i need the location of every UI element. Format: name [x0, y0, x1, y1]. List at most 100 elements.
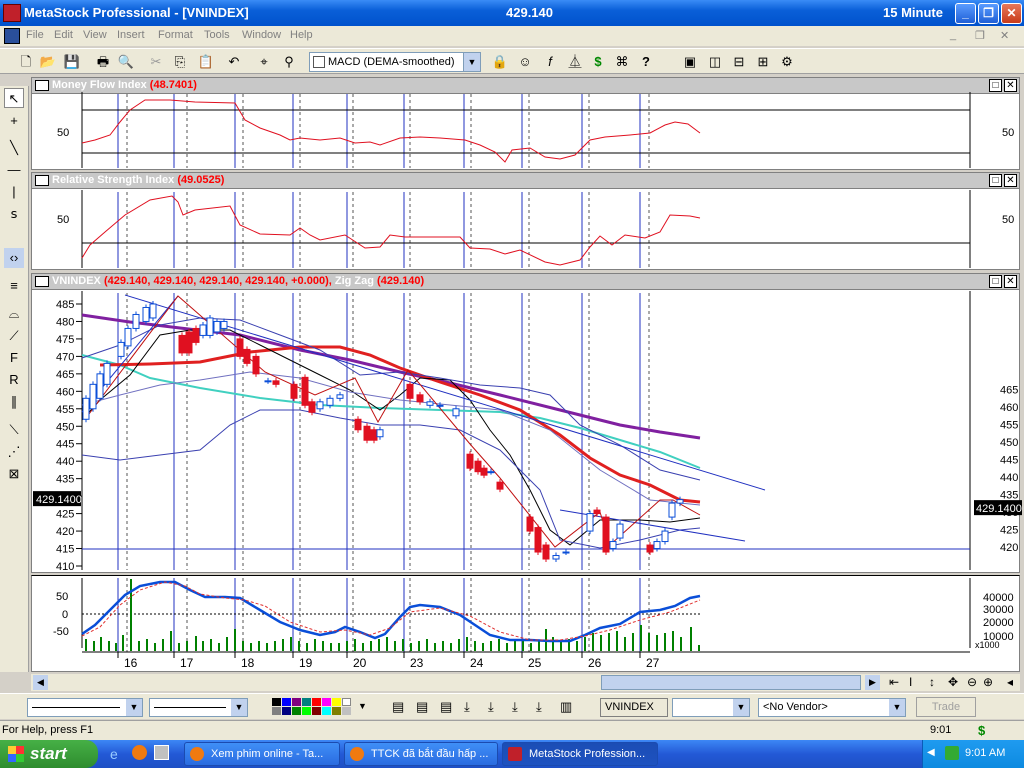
expand-icon[interactable]: ↕ — [929, 675, 935, 689]
tile-h-icon[interactable]: ⊟ — [729, 52, 749, 72]
print-icon[interactable]: 🖶 — [93, 52, 113, 72]
mdi-minimize-icon[interactable]: _ — [950, 29, 956, 41]
text-tool-icon[interactable]: ꜱ — [4, 204, 24, 224]
vertical-line-icon[interactable]: | — [4, 182, 24, 202]
style-btn-6-icon[interactable]: ⤓ — [512, 699, 518, 715]
ie-quicklaunch-icon[interactable]: e — [110, 746, 118, 762]
style-btn-8-icon[interactable]: ▥ — [560, 699, 572, 715]
price-pane[interactable]: VNINDEX (429.140, 429.140, 429.140, 429.… — [31, 273, 1020, 573]
pane-maximize-icon[interactable]: □ — [989, 174, 1002, 187]
metastock-app-icon[interactable] — [3, 4, 21, 22]
mdi-close-icon[interactable]: ✕ — [1000, 29, 1009, 42]
swatch[interactable] — [282, 707, 291, 715]
copy-icon[interactable]: ⎘ — [170, 52, 190, 72]
swatch[interactable] — [332, 698, 341, 706]
pane-maximize-icon[interactable]: □ — [989, 79, 1002, 92]
retracement-icon[interactable]: R — [4, 370, 24, 390]
restore-button[interactable]: ❐ — [978, 3, 999, 24]
swatch[interactable] — [302, 698, 311, 706]
menu-view[interactable]: View — [83, 29, 107, 41]
print-preview-icon[interactable]: 🔍 — [116, 52, 136, 72]
menu-insert[interactable]: Insert — [117, 29, 145, 41]
tile-icon[interactable]: ▣ — [680, 52, 700, 72]
menu-file[interactable]: File — [26, 29, 44, 41]
zoom-icon[interactable]: ⚲ — [279, 52, 299, 72]
task-firefox-2[interactable]: TTCK đã bắt đầu hấp ... — [344, 742, 498, 766]
save-icon[interactable]: 💾 — [62, 52, 82, 72]
mdi-restore-icon[interactable]: ❐ — [975, 29, 985, 42]
symbol-field[interactable]: VNINDEX — [600, 698, 668, 717]
system-tester-icon[interactable]: ⏅ — [565, 52, 585, 72]
swatch[interactable] — [342, 707, 351, 715]
tile-v-icon[interactable]: ◫ — [705, 52, 725, 72]
paste-icon[interactable]: 📋 — [196, 52, 216, 72]
channel-icon[interactable]: ≡ — [4, 276, 24, 296]
vendor-select[interactable]: <No Vendor> ▼ — [758, 698, 906, 717]
mfi-pane[interactable]: Money Flow Index (48.7401) □ ✕ — [31, 77, 1020, 170]
move-icon[interactable]: ✥ — [948, 675, 958, 689]
chevron-down-icon[interactable]: ▼ — [889, 699, 905, 716]
macd-pane[interactable] — [31, 575, 1020, 672]
crosshair-icon[interactable]: ⌖ — [254, 52, 274, 72]
swatch[interactable] — [282, 698, 291, 706]
zoom-in-h-icon[interactable]: ⇤ — [889, 675, 899, 689]
expert-icon[interactable]: ☺ — [515, 52, 535, 72]
chevron-down-icon[interactable]: ▼ — [733, 699, 749, 716]
properties-icon[interactable]: ⚙ — [777, 52, 797, 72]
menu-window[interactable]: Window — [242, 29, 281, 41]
swatch[interactable] — [322, 707, 331, 715]
fan-icon[interactable]: ⟋ — [4, 326, 24, 346]
desktop-quicklaunch-icon[interactable] — [154, 745, 169, 760]
cycle-lines-icon[interactable]: ∥ — [4, 392, 24, 412]
tray-network-icon[interactable] — [945, 746, 959, 760]
dollar-icon[interactable]: $ — [588, 52, 608, 72]
palette-chevron-icon[interactable]: ▼ — [358, 701, 367, 711]
swatch[interactable] — [342, 698, 351, 706]
chevron-down-icon[interactable]: ▼ — [463, 53, 480, 71]
scroll-prev-icon[interactable]: ◂ — [1007, 675, 1013, 689]
swatch[interactable] — [292, 698, 301, 706]
rsi-pane[interactable]: Relative Strength Index (49.0525) □ ✕ — [31, 172, 1020, 270]
pointer-icon[interactable]: ↖ — [4, 88, 24, 108]
trade-button[interactable]: Trade — [916, 697, 976, 717]
scroll-thumb[interactable] — [601, 675, 861, 690]
menu-edit[interactable]: Edit — [54, 29, 73, 41]
crosshair-tool-icon[interactable]: + — [4, 111, 24, 131]
swatch[interactable] — [332, 707, 341, 715]
document-icon[interactable] — [4, 28, 20, 44]
swatch[interactable] — [312, 698, 321, 706]
pane-close-icon[interactable]: ✕ — [1004, 79, 1017, 92]
pane-maximize-icon[interactable]: □ — [989, 275, 1002, 288]
menu-tools[interactable]: Tools — [204, 29, 230, 41]
line-weight-select[interactable]: ▼ — [149, 698, 248, 717]
task-metastock[interactable]: MetaStock Profession... — [502, 742, 658, 766]
minimize-button[interactable]: _ — [955, 3, 976, 24]
binoculars-icon[interactable]: ⌘ — [612, 52, 632, 72]
grid-tool-icon[interactable]: ⊠ — [4, 464, 24, 484]
arrows-icon[interactable]: ‹› — [4, 248, 24, 268]
style-btn-2-icon[interactable]: ▤ — [416, 699, 428, 715]
periodicity-select[interactable]: ▼ — [672, 698, 750, 717]
scroll-right-icon[interactable]: ▶ — [865, 675, 880, 690]
grid-icon[interactable]: ⊞ — [753, 52, 773, 72]
new-icon[interactable]: 🗋 — [16, 52, 36, 72]
pane-menu-icon[interactable] — [35, 276, 49, 287]
zoom-in-icon[interactable]: ⊕ — [983, 675, 993, 689]
swatch[interactable] — [302, 707, 311, 715]
style-btn-7-icon[interactable]: ⤓ — [536, 699, 542, 715]
fibonacci-icon[interactable]: F — [4, 348, 24, 368]
close-button[interactable]: ✕ — [1001, 3, 1022, 24]
dollar-status-icon[interactable]: $ — [978, 723, 985, 738]
gann-fan-icon[interactable]: ⋰ — [4, 442, 24, 462]
arc-icon[interactable]: ⌓ — [4, 304, 24, 324]
indicator-select[interactable]: MACD (DEMA-smoothed) ▼ — [309, 52, 481, 72]
task-firefox-1[interactable]: Xem phim online - Ta... — [184, 742, 340, 766]
firefox-quicklaunch-icon[interactable] — [132, 745, 147, 760]
chevron-down-icon[interactable]: ▼ — [126, 699, 142, 716]
swatch[interactable] — [272, 698, 281, 706]
pane-close-icon[interactable]: ✕ — [1004, 275, 1017, 288]
pane-menu-icon[interactable] — [35, 80, 49, 91]
trendline-icon[interactable]: ╲ — [4, 138, 24, 158]
swatch[interactable] — [312, 707, 321, 715]
color-palette[interactable] — [272, 698, 356, 716]
